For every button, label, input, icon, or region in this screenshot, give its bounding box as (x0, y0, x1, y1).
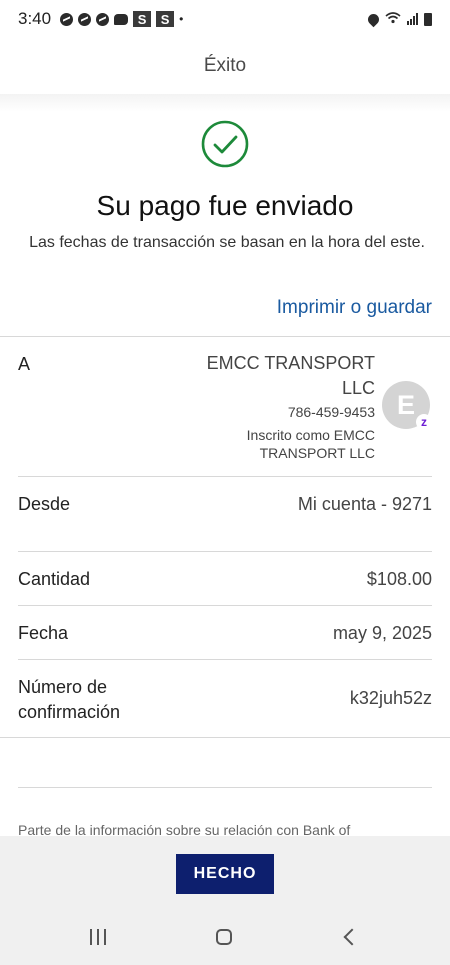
status-time: 3:40 (18, 9, 52, 28)
date-label: Fecha (18, 623, 69, 643)
confirmation-number: k32juh52z (349, 688, 432, 708)
divider (18, 605, 432, 606)
amount-value: $108.00 (366, 569, 432, 589)
header-shadow (0, 94, 450, 112)
recipient-name: EMCC TRANSPORT LLC (206, 353, 375, 398)
divider (18, 659, 432, 660)
zelle-icon: z (416, 414, 432, 430)
wifi-icon (385, 11, 401, 27)
from-label: Desde (18, 494, 71, 514)
zelle-badge-letter: z (421, 415, 427, 429)
done-button[interactable]: HECHO (176, 854, 274, 894)
more-notifications-dot: • (179, 12, 184, 26)
success-subtitle: Las fechas de transacción se basan en la… (29, 234, 425, 251)
page-title: Éxito (203, 55, 247, 76)
status-left: 3:40 S S • (18, 9, 183, 29)
chat-icon (114, 13, 129, 25)
from-value: Mi cuenta - 9271 (297, 494, 432, 514)
recents-icon[interactable] (90, 929, 106, 945)
s-app-icon: S (133, 11, 152, 27)
messenger-icon (78, 12, 92, 26)
page-header: Éxito (0, 38, 450, 95)
divider (18, 551, 432, 552)
messenger-icon (60, 12, 74, 26)
signal-icon (407, 13, 418, 25)
divider (18, 787, 432, 788)
success-check-icon (201, 120, 249, 168)
divider (0, 737, 450, 738)
confirmation-label: Número de confirmación (18, 677, 121, 722)
battery-icon (424, 12, 432, 26)
print-or-save-link[interactable]: Imprimir o guardar (277, 297, 432, 319)
amount-label: Cantidad (18, 569, 91, 589)
success-title: Su pago fue enviado (96, 190, 354, 221)
divider (0, 336, 450, 337)
divider (18, 476, 432, 477)
location-icon (365, 11, 382, 27)
recipient-enrolled-as: Inscrito como EMCC TRANSPORT LLC (246, 427, 375, 461)
s-app-icon: S (156, 11, 175, 27)
home-icon[interactable] (216, 929, 232, 945)
avatar-initial: E (396, 389, 415, 420)
status-bar: 3:40 S S • (0, 0, 450, 38)
recipient-label: A (18, 354, 31, 374)
date-value: may 9, 2025 (332, 623, 432, 643)
messenger-icon (96, 12, 110, 26)
status-right (365, 11, 432, 27)
recipient-phone: 786-459-9453 (287, 404, 375, 420)
